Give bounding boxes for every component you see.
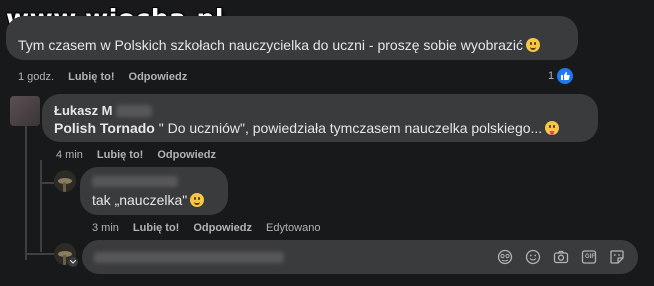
comment-meta-3: 3 min Lubię to! Odpowiedz Edytowano xyxy=(92,222,320,234)
comment-time-3[interactable]: 3 min xyxy=(92,222,119,234)
thread-branch-input xyxy=(26,253,54,255)
author-name-2[interactable]: Łukasz M xyxy=(54,103,153,118)
comment-text-2: Polish Tornado " Do uczniów", powiedział… xyxy=(54,120,560,136)
edited-label[interactable]: Edytowano xyxy=(266,222,320,234)
smiling-face-icon xyxy=(190,193,205,207)
comment-time-1[interactable]: 1 godz. xyxy=(18,71,54,83)
thumbs-up-icon xyxy=(557,68,574,84)
thread-branch-3 xyxy=(40,182,54,184)
redacted-input-text xyxy=(94,252,284,263)
face-with-tongue-icon xyxy=(545,121,560,135)
avatar-lukasz[interactable] xyxy=(10,96,40,126)
reaction-count: 1 xyxy=(548,70,555,82)
mention-tag[interactable]: Polish Tornado xyxy=(54,120,155,136)
reply-button-3[interactable]: Odpowiedz xyxy=(193,222,252,234)
reply-button-2[interactable]: Odpowiedz xyxy=(157,149,216,161)
comment-meta-2: 4 min Lubię to! Odpowiedz xyxy=(56,149,216,161)
thread-line-nested xyxy=(40,160,42,252)
like-button-2[interactable]: Lubię to! xyxy=(97,149,143,161)
comment-text-1: Tym czasem w Polskich szkołach nauczycie… xyxy=(18,37,540,53)
redacted-surname xyxy=(116,105,153,117)
chevron-down-icon[interactable] xyxy=(68,257,78,267)
comment-time-2[interactable]: 4 min xyxy=(56,149,83,161)
redacted-author xyxy=(92,176,178,187)
reply-button-1[interactable]: Odpowiedz xyxy=(129,71,188,83)
emoji-icon[interactable] xyxy=(524,248,542,266)
like-button-1[interactable]: Lubię to! xyxy=(68,71,114,83)
grinning-squinting-face-icon xyxy=(525,38,540,52)
camera-icon[interactable] xyxy=(552,248,570,266)
comment-bubble-1: Tym czasem w Polskich szkołach nauczycie… xyxy=(6,16,578,60)
reply-input[interactable]: GIF xyxy=(82,240,638,274)
sticker-icon[interactable] xyxy=(496,248,514,266)
avatar-reply-3[interactable] xyxy=(54,170,76,192)
reaction-badge-1[interactable]: 1 xyxy=(548,68,574,84)
gif-label: GIF xyxy=(585,254,595,260)
sticker-sheet-icon[interactable] xyxy=(608,248,626,266)
reply-tools xyxy=(496,248,626,266)
thread-line-main xyxy=(25,120,27,260)
comment-bubble-3: tak „nauczelka" xyxy=(80,167,228,215)
comment-meta-1: 1 godz. Lubię to! Odpowiedz xyxy=(18,71,187,83)
like-button-3[interactable]: Lubię to! xyxy=(133,222,179,234)
comment-text-3: tak „nauczelka" xyxy=(92,192,205,208)
comment-bubble-2: Łukasz M Polish Tornado " Do uczniów", p… xyxy=(42,94,598,142)
